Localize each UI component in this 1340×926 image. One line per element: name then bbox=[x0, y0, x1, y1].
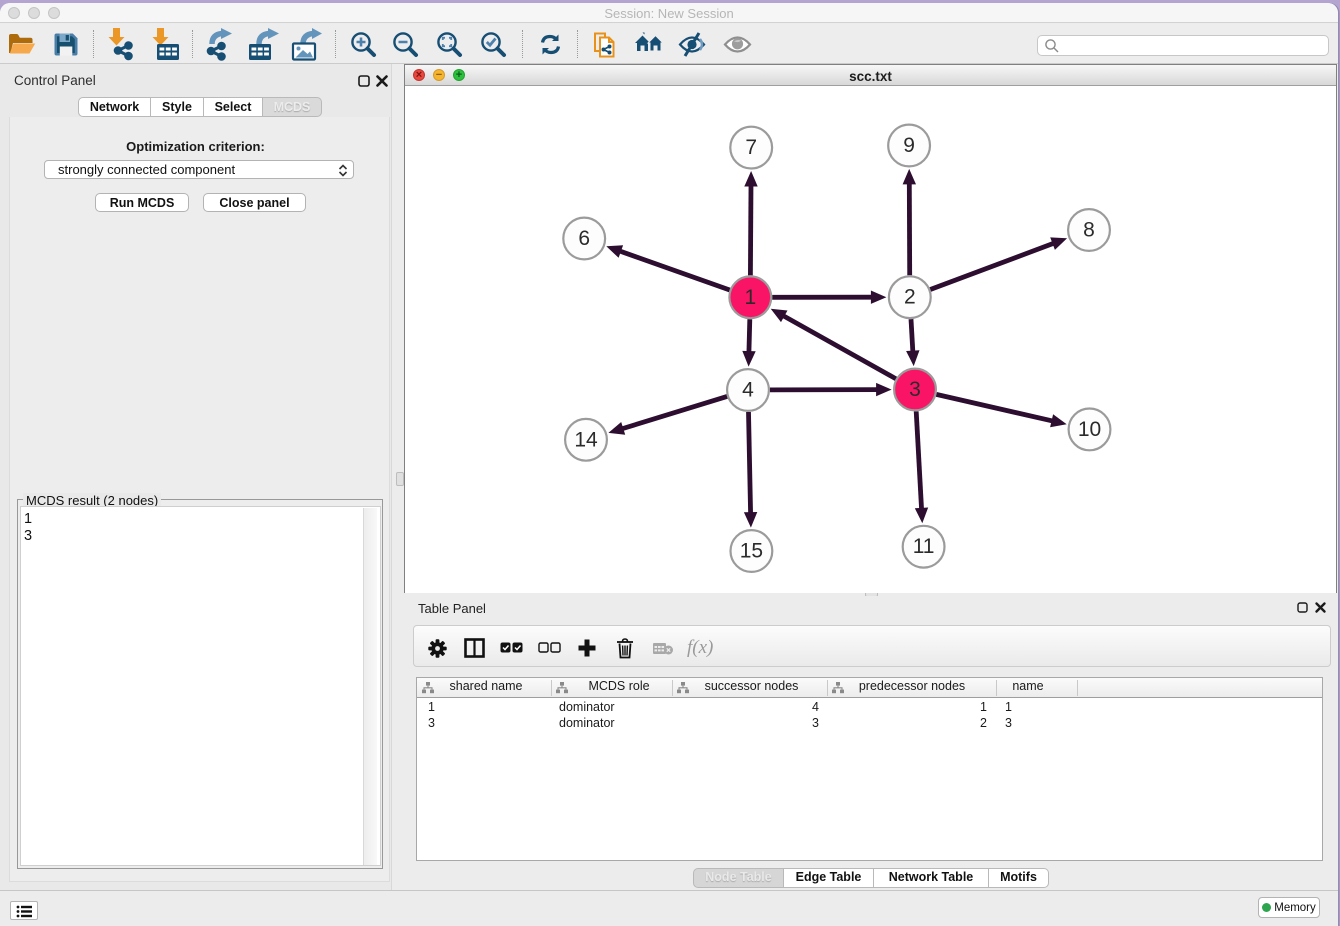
svg-text:11: 11 bbox=[913, 535, 935, 558]
svg-text:4: 4 bbox=[742, 379, 754, 402]
svg-text:1: 1 bbox=[744, 286, 756, 309]
svg-text:10: 10 bbox=[1078, 418, 1101, 441]
svg-text:3: 3 bbox=[909, 378, 921, 401]
svg-text:9: 9 bbox=[903, 134, 915, 157]
svg-text:7: 7 bbox=[745, 136, 757, 159]
svg-text:6: 6 bbox=[578, 227, 590, 250]
svg-text:2: 2 bbox=[904, 286, 916, 309]
svg-text:8: 8 bbox=[1083, 219, 1095, 242]
svg-text:15: 15 bbox=[740, 540, 763, 563]
svg-text:14: 14 bbox=[574, 428, 598, 451]
